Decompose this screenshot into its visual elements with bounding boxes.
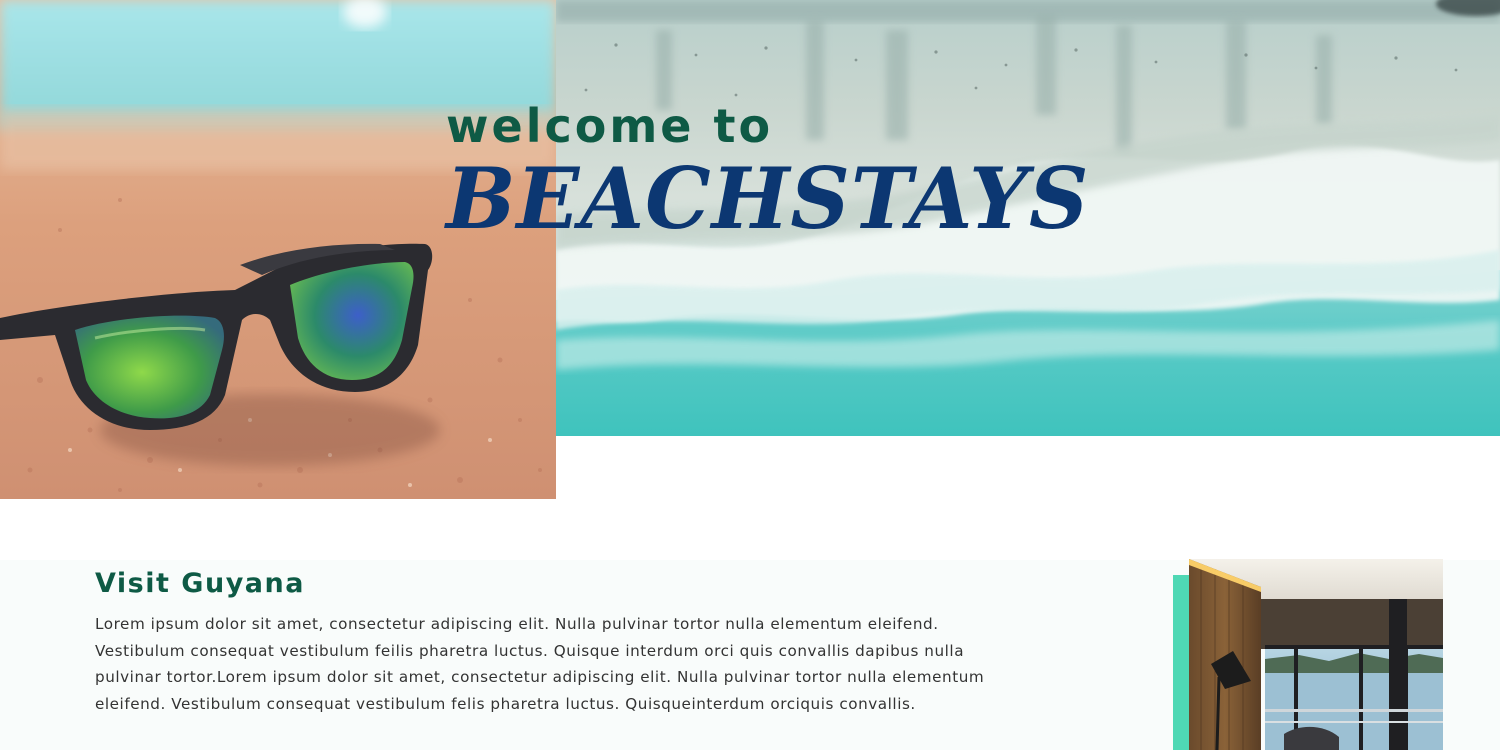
welcome-text: welcome to bbox=[446, 99, 774, 153]
section-title: Visit Guyana bbox=[95, 568, 305, 599]
hero-heading: welcome to BEACHSTAYS bbox=[446, 98, 1146, 244]
page: welcome to BEACHSTAYS Visit Guyana Lorem… bbox=[0, 0, 1500, 750]
hero-sunglasses-image bbox=[0, 0, 556, 499]
section-body-text: Lorem ipsum dolor sit amet, consectetur … bbox=[95, 615, 985, 713]
room-interior-image bbox=[1189, 559, 1443, 750]
brand-name: BEACHSTAYS bbox=[446, 149, 1090, 248]
